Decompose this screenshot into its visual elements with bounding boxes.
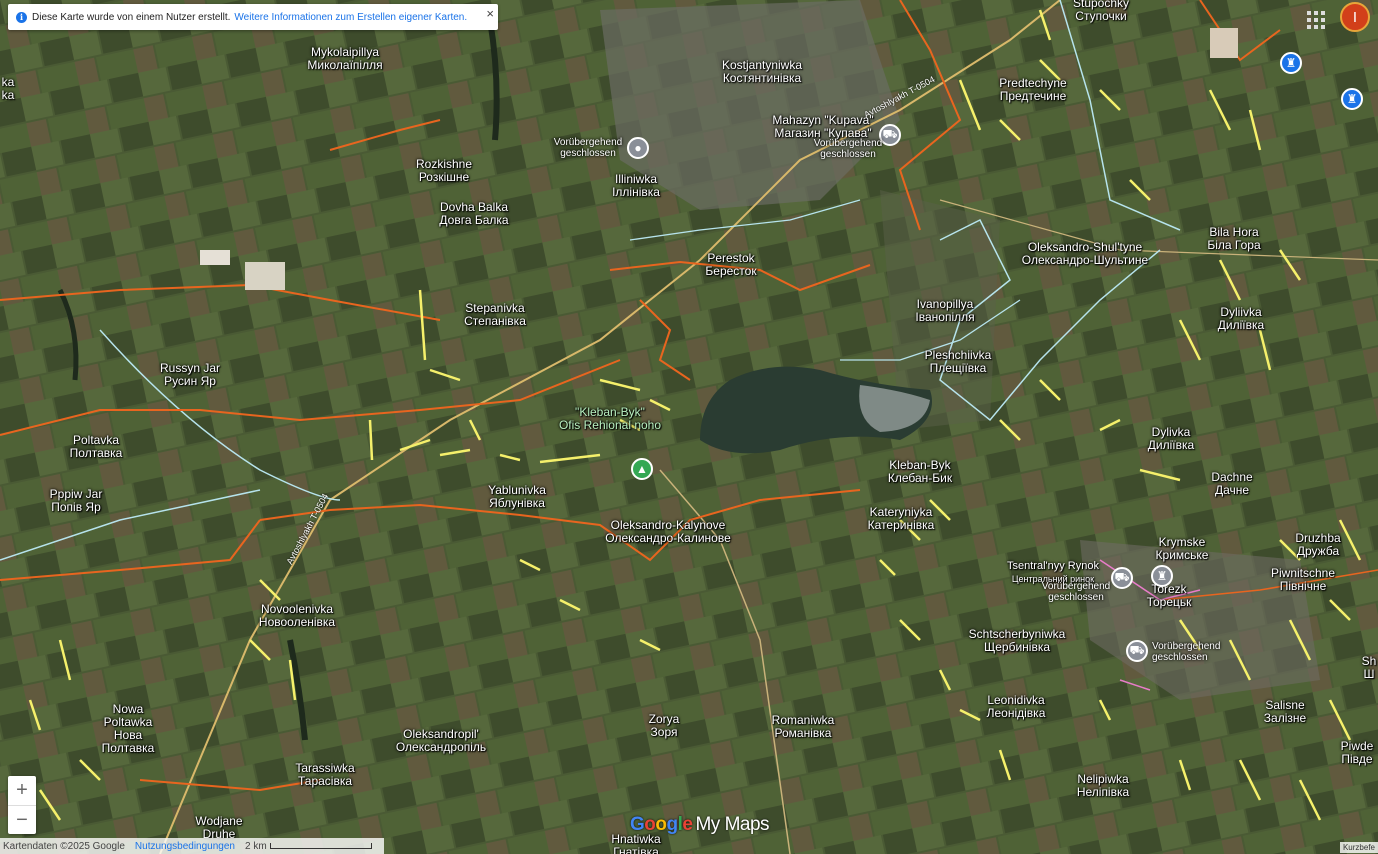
poi-status-label: Vorübergehend geschlossen	[1041, 581, 1111, 603]
map-attribution: Kartendaten ©2025 Google	[3, 840, 125, 852]
terms-link[interactable]: Nutzungsbedingungen	[135, 841, 235, 852]
place-label[interactable]: Stepanivka Степанівка	[464, 302, 526, 328]
place-label[interactable]: Piwde Півде	[1341, 740, 1374, 766]
tree-icon[interactable]: ▲	[631, 458, 653, 480]
place-label[interactable]: Bila Hora Біла Гора	[1207, 226, 1260, 252]
place-label[interactable]: Pppiw Jar Попів Яр	[50, 488, 103, 514]
place-label[interactable]: Mahazyn "Kupava" Магазин "Купава"	[772, 114, 873, 140]
place-label[interactable]: Krymske Кримське	[1156, 536, 1209, 562]
poi-status-label: Vorübergehend geschlossen	[813, 138, 883, 160]
place-label[interactable]: ka ka	[2, 76, 15, 102]
banner-text: Diese Karte wurde von einem Nutzer erste…	[32, 11, 231, 23]
place-label[interactable]: Dachne Дачне	[1211, 471, 1252, 497]
place-label[interactable]: Nelipiwka Неліпівка	[1077, 773, 1129, 799]
place-label[interactable]: Dyliivka Диліївка	[1218, 306, 1264, 332]
place-label[interactable]: Piwnitschne Північне	[1271, 567, 1335, 593]
place-label[interactable]: Mykolaipillya Миколаїпілля	[307, 46, 382, 72]
place-label[interactable]: Nowa Poltawka Нова Полтавка	[93, 703, 163, 755]
user-map-info-banner: i Diese Karte wurde von einem Nutzer ers…	[8, 4, 498, 30]
map-footer: Kartendaten ©2025 Google Nutzungsbedingu…	[0, 838, 384, 854]
place-label[interactable]: Kostjantyniwka Костянтинівка	[722, 59, 802, 85]
poi-status-label: Vorübergehend geschlossen	[553, 137, 623, 159]
place-label[interactable]: Perestok Бересток	[705, 252, 756, 278]
place-label[interactable]: Dovha Balka Довга Балка	[439, 201, 508, 227]
place-label[interactable]: Predtechyne Предтечине	[999, 77, 1066, 103]
place-label[interactable]: Oleksandropil' Олександропіль	[396, 728, 486, 754]
place-label[interactable]: Ivanopillya Іванопілля	[915, 298, 974, 324]
castle-icon[interactable]: ♜	[1280, 52, 1302, 74]
pin-icon[interactable]: ●	[627, 137, 649, 159]
zoom-control: + −	[8, 776, 36, 834]
place-label[interactable]: Kateryniyka Катеринівка	[868, 506, 935, 532]
place-label[interactable]: Dylivka Диліївка	[1148, 426, 1194, 452]
place-label[interactable]: Pleshchiivka Плещіївка	[925, 349, 992, 375]
place-label[interactable]: Tarassiwka Тарасівка	[295, 762, 354, 788]
castle-icon[interactable]: ♜	[1151, 565, 1173, 587]
info-icon: i	[16, 11, 27, 23]
poi-status-label: Vorübergehend geschlossen	[1152, 641, 1221, 663]
shopping-cart-icon[interactable]: ⛟	[1111, 567, 1133, 589]
place-label[interactable]: "Kleban-Byk" Ofis Rehional noho	[559, 406, 661, 432]
place-label[interactable]: Poltavka Полтавка	[70, 434, 123, 460]
place-label[interactable]: Druzhba Дружба	[1295, 532, 1340, 558]
zoom-out-button[interactable]: −	[8, 806, 36, 835]
place-label[interactable]: Oleksandro-Kalynove Олександро-Калинове	[605, 519, 731, 545]
place-label[interactable]: Sh Ш	[1362, 655, 1377, 681]
place-label[interactable]: Kleban-Byk Клебан-Бик	[888, 459, 952, 485]
place-label[interactable]: Leonidivka Леонідівка	[987, 694, 1046, 720]
close-icon[interactable]: ×	[486, 6, 494, 21]
place-label[interactable]: Torezk Торецьк	[1147, 583, 1192, 609]
place-label[interactable]: Schtscherbyniwka Щербинівка	[969, 628, 1066, 654]
castle-icon[interactable]: ♜	[1341, 88, 1363, 110]
scale-line	[269, 843, 372, 849]
google-my-maps-logo: Google My Maps	[630, 814, 770, 835]
place-label[interactable]: Novoolenivka Новоолeнівка	[259, 603, 335, 629]
zoom-in-button[interactable]: +	[8, 776, 36, 806]
avatar[interactable]: I	[1340, 2, 1370, 32]
place-label[interactable]: Salisne Залізне	[1264, 699, 1306, 725]
map-canvas[interactable]: Stupochky Ступочки Mykolaipillya Миколаїпі…	[0, 0, 1378, 854]
place-label[interactable]: Romaniwka Романівка	[772, 714, 835, 740]
learn-more-link[interactable]: Weitere Informationen zum Erstellen eige…	[234, 12, 467, 23]
place-label[interactable]: Hnatiwka Гнатівка	[611, 833, 660, 854]
place-label[interactable]: Rozkishne Розкішне	[416, 158, 472, 184]
place-label[interactable]: Zorya Зоря	[649, 713, 680, 739]
place-label[interactable]: Illiniwka Іллінівка	[612, 173, 660, 199]
place-label[interactable]: Oleksandro-Shul'tyne Олександро-Шультине	[1022, 241, 1148, 267]
place-label[interactable]: Yablunivka Яблунівка	[488, 484, 546, 510]
scale-bar[interactable]: 2 km	[245, 841, 372, 852]
apps-grid-icon[interactable]	[1304, 8, 1325, 29]
keyboard-shortcuts-link[interactable]: Kurzbefe	[1339, 842, 1378, 853]
shopping-cart-icon[interactable]: ⛟	[1126, 640, 1148, 662]
scale-label: 2 km	[245, 840, 267, 852]
place-label[interactable]: Stupochky Ступочки	[1073, 0, 1129, 23]
place-label[interactable]: Russyn Jar Русин Яр	[160, 362, 220, 388]
